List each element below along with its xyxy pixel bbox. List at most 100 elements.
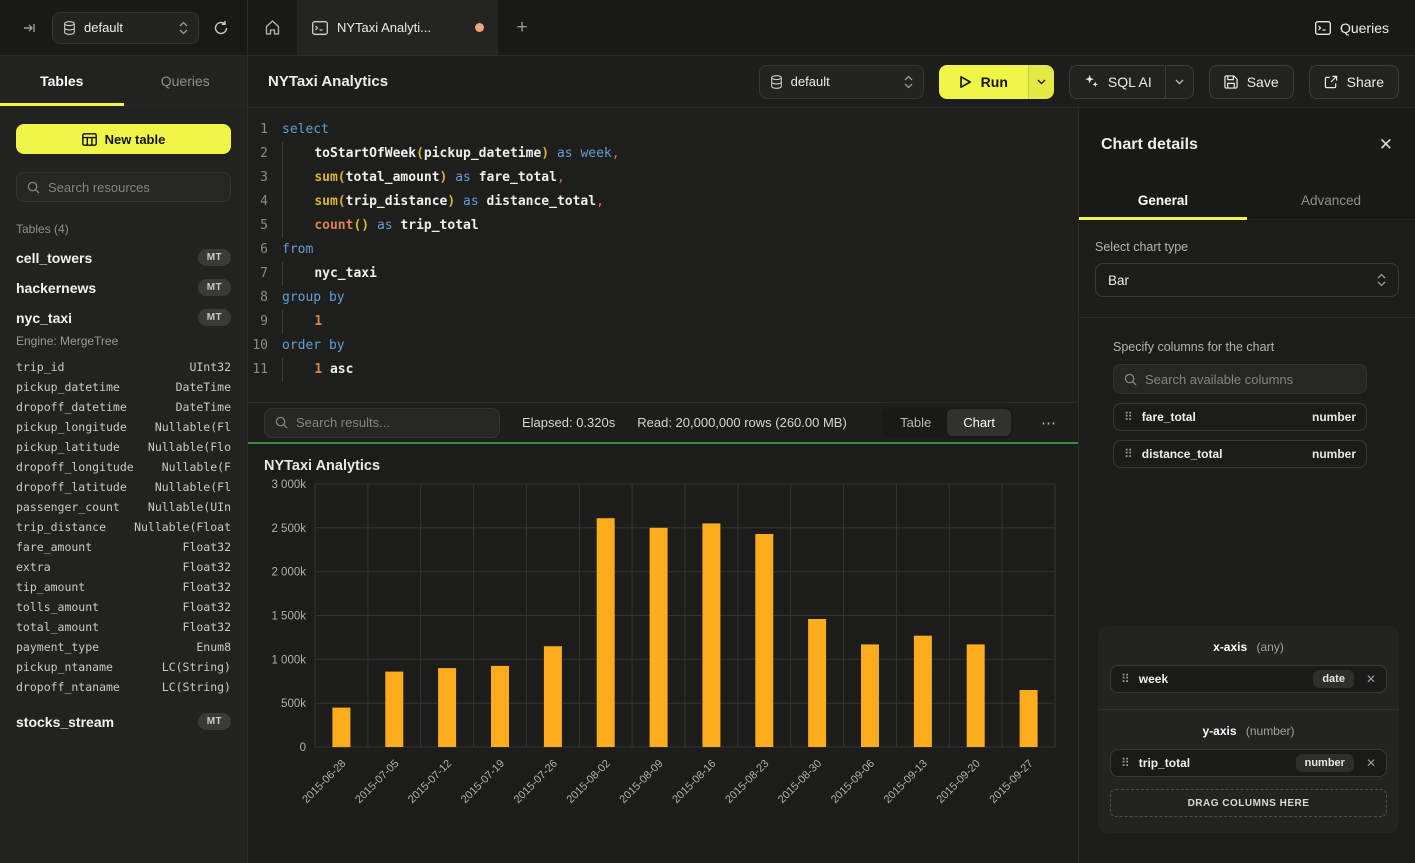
new-table-button[interactable]: New table [16,124,231,154]
drag-handle-icon[interactable]: ⠿ [1121,672,1129,686]
share-button[interactable]: Share [1309,65,1399,99]
column-item-pickup_ntaname: pickup_ntanameLC(String) [16,657,231,677]
terminal-icon [312,21,328,35]
drag-handle-icon[interactable]: ⠿ [1121,756,1129,770]
sidebar-tabs: TablesQueries [0,56,247,106]
chart-details-tab-advanced[interactable]: Advanced [1247,182,1415,219]
code-line-9[interactable]: 9 1 [248,310,1078,334]
sidebar-search [16,172,231,202]
bar-chart: 0500k1 000k1 500k2 000k2 500k3 000k2015-… [264,478,1062,856]
table-item-cell_towers[interactable]: cell_towersMT [16,249,231,266]
column-chip-week[interactable]: ⠿ week date ✕ [1110,665,1387,693]
y-axis-section: y-axis (number) ⠿trip_totalnumber✕ DRAG … [1098,709,1399,833]
column-item-payment_type: payment_typeEnum8 [16,637,231,657]
queries-button[interactable]: Queries [1289,0,1415,55]
y-axis-label: y-axis [1202,724,1236,738]
bar [755,534,773,747]
table-item-nyc_taxi[interactable]: nyc_taxiMT [16,309,231,326]
svg-text:2015-08-30: 2015-08-30 [776,758,824,806]
results-search-input[interactable] [296,415,489,430]
table-name: nyc_taxi [16,310,198,326]
tab-nytaxi-analytics[interactable]: NYTaxi Analyti... [298,0,498,55]
code-line-6[interactable]: 6from [248,238,1078,262]
bar [385,672,403,747]
close-panel-button[interactable]: ✕ [1379,135,1393,155]
tables-list: cell_towersMThackernewsMTnyc_taxiMTEngin… [16,249,231,730]
tab-bar: NYTaxi Analyti... + [248,0,1289,55]
sql-ai-button[interactable]: SQL AI [1069,65,1194,99]
code-line-5[interactable]: 5 count() as trip_total [248,214,1078,238]
share-icon [1324,75,1338,89]
code-line-11[interactable]: 11 1 asc [248,358,1078,382]
column-item-dropoff_longitude: dropoff_longitudeNullable(F [16,457,231,477]
bar [1020,690,1038,747]
remove-column-button[interactable]: ✕ [1364,756,1376,770]
remove-column-button[interactable]: ✕ [1364,672,1376,686]
refresh-button[interactable] [209,16,233,40]
run-button[interactable]: Run [939,65,1028,99]
rows-read: Read: 20,000,000 rows (260.00 MB) [637,415,847,430]
home-button[interactable] [248,0,298,55]
sql-ai-options-button[interactable] [1165,66,1193,98]
sql-editor[interactable]: 1select2 toStartOfWeek(pickup_datetime) … [248,108,1078,402]
column-item-dropoff_ntaname: dropoff_ntanameLC(String) [16,677,231,697]
collapse-arrow-icon [22,20,38,36]
code-line-4[interactable]: 4 sum(trip_distance) as distance_total, [248,190,1078,214]
chart-details-tab-general[interactable]: General [1079,182,1247,219]
collapse-sidebar-button[interactable] [18,16,42,40]
sidebar-tab-queries[interactable]: Queries [124,56,248,105]
column-item-tolls_amount: tolls_amountFloat32 [16,597,231,617]
column-item-dropoff_latitude: dropoff_latitudeNullable(Fl [16,477,231,497]
table-icon [82,133,97,146]
line-number: 8 [248,286,282,310]
chart-type-select[interactable]: Bar [1095,263,1399,297]
chevron-down-icon [1175,79,1184,85]
more-options-button[interactable]: ⋯ [1035,410,1062,436]
code-line-2[interactable]: 2 toStartOfWeek(pickup_datetime) as week… [248,142,1078,166]
toolbar-database-selector[interactable]: default [759,65,924,99]
column-chip-name: week [1139,672,1304,686]
sidebar: TablesQueries New table Tables (4) cell_… [0,56,248,863]
column-type-badge: date [1313,670,1354,688]
drag-handle-icon[interactable]: ⠿ [1124,410,1132,424]
view-toggle-chart[interactable]: Chart [947,409,1011,436]
sql-ai-label: SQL AI [1108,74,1152,90]
column-chip-distance_total[interactable]: ⠿distance_totalnumber [1113,440,1367,468]
svg-text:2015-08-16: 2015-08-16 [670,758,718,806]
column-chip-trip_total[interactable]: ⠿trip_totalnumber✕ [1110,749,1387,777]
drag-columns-dropzone[interactable]: DRAG COLUMNS HERE [1110,789,1387,817]
sidebar-search-input[interactable] [48,180,220,195]
code-line-8[interactable]: 8group by [248,286,1078,310]
column-type-badge: number [1312,410,1356,424]
home-icon [264,19,281,36]
drag-handle-icon[interactable]: ⠿ [1124,447,1132,461]
svg-text:0: 0 [300,742,306,754]
line-number: 5 [248,214,282,238]
column-item-extra: extraFloat32 [16,557,231,577]
column-item-passenger_count: passenger_countNullable(UIn [16,497,231,517]
code-line-10[interactable]: 10order by [248,334,1078,358]
database-selector[interactable]: default [52,12,199,44]
search-icon [275,416,288,429]
sidebar-tab-tables[interactable]: Tables [0,56,124,105]
table-item-hackernews[interactable]: hackernewsMT [16,279,231,296]
chart-panel: NYTaxi Analytics 0500k1 000k1 500k2 000k… [248,444,1078,863]
code-line-7[interactable]: 7 nyc_taxi [248,262,1078,286]
table-item-stocks_stream[interactable]: stocks_streamMT [16,713,231,730]
run-options-button[interactable] [1028,65,1054,99]
view-toggle-table[interactable]: Table [884,409,947,436]
columns-search-input[interactable] [1145,372,1356,387]
new-tab-button[interactable]: + [498,0,546,55]
svg-text:2015-07-05: 2015-07-05 [353,758,401,806]
code-line-3[interactable]: 3 sum(total_amount) as fare_total, [248,166,1078,190]
save-button[interactable]: Save [1209,65,1294,99]
svg-text:2015-09-13: 2015-09-13 [882,758,930,806]
column-type-badge: number [1296,754,1354,772]
column-chip-fare_total[interactable]: ⠿fare_totalnumber [1113,403,1367,431]
column-item-trip_id: trip_idUInt32 [16,357,231,377]
code-line-1[interactable]: 1select [248,118,1078,142]
chart-details-tabs: GeneralAdvanced [1079,182,1415,220]
svg-text:500k: 500k [281,698,306,710]
chart-type-value: Bar [1108,273,1377,288]
bar [544,646,562,747]
